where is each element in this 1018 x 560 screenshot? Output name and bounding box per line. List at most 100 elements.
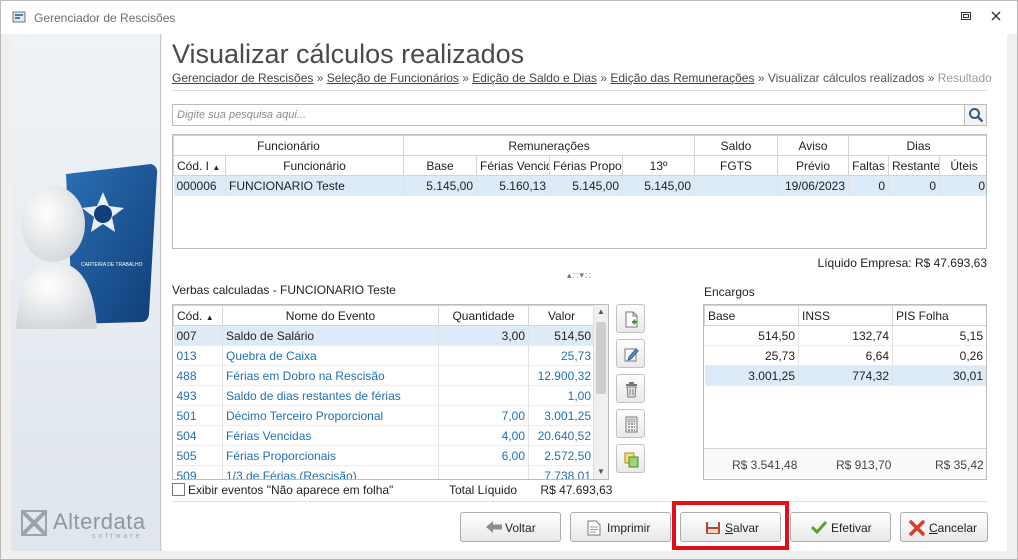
column-header[interactable]: 13º bbox=[622, 155, 696, 176]
table-row[interactable]: 493 Saldo de dias restantes de férias 1,… bbox=[173, 385, 595, 406]
cell: 6,64 bbox=[798, 345, 893, 366]
column-header[interactable]: Prévio bbox=[777, 155, 850, 176]
total-label: Total Líquido bbox=[449, 483, 518, 497]
cell: Férias Proporcionais bbox=[222, 445, 439, 466]
column-header[interactable]: Restante bbox=[888, 155, 941, 176]
scroll-down-icon[interactable]: ▼ bbox=[594, 465, 608, 479]
cell: 30,01 bbox=[892, 365, 986, 386]
trash-icon bbox=[626, 382, 637, 398]
column-header[interactable]: PIS Folha bbox=[892, 305, 986, 326]
voltar-button[interactable]: Voltar bbox=[460, 512, 561, 542]
brand-name: Alterdata bbox=[53, 509, 146, 534]
breadcrumb-item-saldo[interactable]: Edição de Saldo e Dias bbox=[472, 71, 597, 85]
search-input[interactable] bbox=[175, 106, 955, 124]
encargos-totals: R$ 3.541,48 R$ 913,70 R$ 35,42 bbox=[704, 448, 986, 478]
cell: 3.001,25 bbox=[528, 405, 595, 426]
table-row[interactable]: 501 Décimo Terceiro Proporcional 7,00 3.… bbox=[173, 405, 595, 426]
work-card-illustration-icon: CARTEIRA DE TRABALHO bbox=[16, 164, 158, 329]
scroll-thumb[interactable] bbox=[596, 322, 606, 394]
table-row[interactable]: 25,73 6,64 0,26 bbox=[704, 345, 986, 366]
sort-asc-icon: ▲ bbox=[212, 162, 221, 172]
table-row[interactable]: 488 Férias em Dobro na Rescisão 12.900,3… bbox=[173, 365, 595, 386]
header-row: Cód. I ▲ Funcionário Base Férias Vencid … bbox=[173, 155, 986, 176]
column-header[interactable]: Base bbox=[704, 305, 799, 326]
cell: 5.145,00 bbox=[622, 175, 696, 196]
cell: 0 bbox=[848, 175, 890, 196]
group-header: Saldo bbox=[694, 135, 779, 156]
restore-icon[interactable] bbox=[959, 10, 973, 24]
column-header[interactable]: Quantidade bbox=[438, 305, 529, 326]
breadcrumb-item-remuneracoes[interactable]: Edição das Remunerações bbox=[610, 71, 754, 85]
breadcrumb: Gerenciador de Rescisões » Seleção de Fu… bbox=[172, 71, 992, 85]
close-icon[interactable] bbox=[989, 10, 1003, 24]
calculator-button[interactable] bbox=[616, 409, 645, 438]
cell: 20.640,52 bbox=[528, 425, 595, 446]
header-group-row: Funcionário Remunerações Saldo Aviso Dia… bbox=[173, 135, 986, 156]
column-header[interactable]: Base bbox=[403, 155, 478, 176]
verbas-scrollbar[interactable]: ▲ ▼ bbox=[593, 305, 608, 479]
show-hidden-events-checkbox[interactable]: Exibir eventos "Não aparece em folha" bbox=[172, 483, 393, 497]
checkbox-label: Exibir eventos "Não aparece em folha" bbox=[188, 483, 394, 497]
sort-asc-icon: ▲ bbox=[205, 312, 214, 322]
divider bbox=[172, 90, 987, 91]
verbas-table: Cód. ▲ Nome do Evento Quantidade Valor 0… bbox=[173, 305, 595, 479]
column-header-label: Cód. I bbox=[177, 158, 210, 173]
total-base: R$ 3.541,48 bbox=[732, 458, 798, 472]
cell bbox=[438, 345, 529, 366]
column-header[interactable]: Úteis bbox=[939, 155, 986, 176]
column-header[interactable]: INSS bbox=[798, 305, 893, 326]
employees-grid: Funcionário Remunerações Saldo Aviso Dia… bbox=[172, 134, 987, 249]
table-row[interactable]: 504 Férias Vencidas 4,00 20.640,52 bbox=[173, 425, 595, 446]
cell: 3,00 bbox=[438, 325, 529, 346]
column-header[interactable]: Férias Propo bbox=[549, 155, 624, 176]
splitter-grip-icon[interactable]: ▴::▾:: bbox=[567, 270, 592, 281]
group-header: Aviso bbox=[777, 135, 850, 156]
add-event-button[interactable] bbox=[616, 304, 645, 333]
table-row[interactable]: 514,50 132,74 5,15 bbox=[704, 325, 986, 346]
table-row[interactable]: 505 Férias Proporcionais 6,00 2.572,50 bbox=[173, 445, 595, 466]
scroll-up-icon[interactable]: ▲ bbox=[594, 305, 608, 319]
column-header[interactable]: FGTS bbox=[694, 155, 779, 176]
group-header: Dias bbox=[848, 135, 986, 156]
print-document-icon bbox=[587, 520, 601, 536]
cell: 4,00 bbox=[438, 425, 529, 446]
column-header[interactable]: Valor bbox=[528, 305, 595, 326]
cancelar-button[interactable]: Cancelar bbox=[900, 512, 988, 542]
verbas-grid: Cód. ▲ Nome do Evento Quantidade Valor 0… bbox=[172, 304, 609, 480]
table-row[interactable]: 007 Saldo de Salário 3,00 514,50 bbox=[173, 325, 595, 346]
search-button[interactable] bbox=[964, 105, 986, 125]
checkbox[interactable] bbox=[172, 483, 185, 496]
encargos-title: Encargos bbox=[704, 285, 755, 299]
main-content: Visualizar cálculos realizados Gerenciad… bbox=[162, 34, 1007, 551]
column-header[interactable]: Férias Vencid bbox=[476, 155, 551, 176]
copy-event-button[interactable] bbox=[616, 444, 645, 473]
delete-event-button[interactable] bbox=[616, 374, 645, 403]
table-row[interactable]: 509 1/3 de Férias (Rescisão) 7.738,01 bbox=[173, 465, 595, 479]
breadcrumb-next: Resultado bbox=[937, 71, 992, 85]
edit-event-button[interactable] bbox=[616, 339, 645, 368]
column-header-cod[interactable]: Cód. I ▲ bbox=[173, 155, 226, 176]
table-row[interactable]: 013 Quebra de Caixa 25,73 bbox=[173, 345, 595, 366]
table-row[interactable]: 000006 FUNCIONARIO Teste 5.145,00 5.160,… bbox=[173, 175, 986, 196]
title-bar: Gerenciador de Rescisões bbox=[1, 1, 1017, 34]
cell bbox=[438, 365, 529, 386]
table-row[interactable]: 3.001,25 774,32 30,01 bbox=[704, 365, 986, 386]
column-header-cod[interactable]: Cód. ▲ bbox=[173, 305, 223, 326]
imprimir-button[interactable]: Imprimir bbox=[570, 512, 671, 542]
breadcrumb-item-gerenciador[interactable]: Gerenciador de Rescisões bbox=[172, 71, 313, 85]
liquido-label: Líquido Empresa: bbox=[817, 256, 912, 270]
search-icon bbox=[969, 108, 984, 123]
total-pis: R$ 35,42 bbox=[935, 458, 984, 472]
column-header[interactable]: Faltas bbox=[848, 155, 890, 176]
app-icon bbox=[12, 11, 26, 23]
liquido-empresa: Líquido Empresa: R$ 47.693,63 bbox=[818, 256, 987, 270]
group-header: Funcionário bbox=[173, 135, 405, 156]
column-header[interactable]: Nome do Evento bbox=[222, 305, 439, 326]
cell: 0 bbox=[888, 175, 941, 196]
efetivar-button[interactable]: Efetivar bbox=[790, 512, 891, 542]
cell bbox=[694, 175, 779, 196]
column-header[interactable]: Funcionário bbox=[224, 155, 405, 176]
cancelar-accesskey: C bbox=[929, 521, 938, 535]
page-title: Visualizar cálculos realizados bbox=[172, 39, 525, 69]
breadcrumb-item-selecao[interactable]: Seleção de Funcionários bbox=[327, 71, 459, 85]
